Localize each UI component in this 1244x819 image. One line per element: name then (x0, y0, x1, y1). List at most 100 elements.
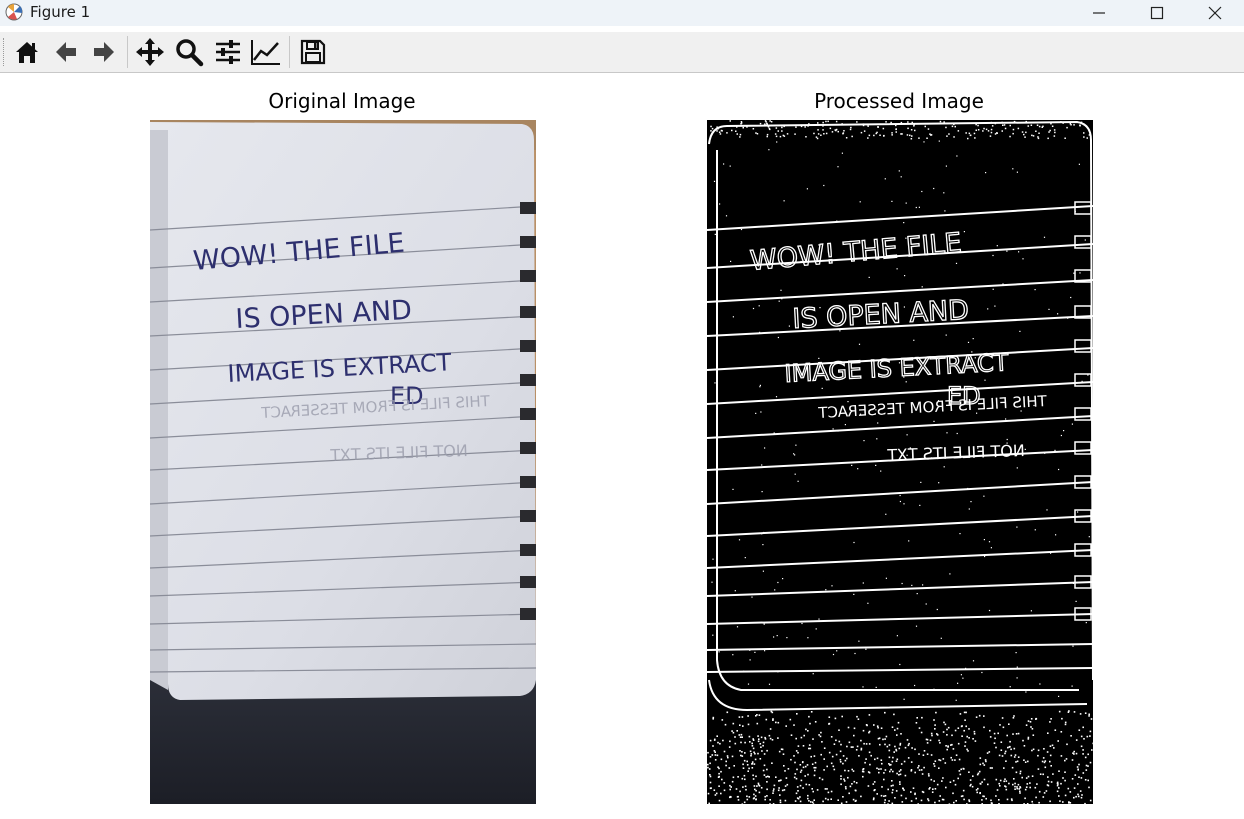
noise-speck (945, 786, 947, 789)
noise-speck (744, 741, 746, 744)
noise-speck (767, 775, 769, 778)
noise-speck (744, 778, 746, 781)
noise-speck (739, 724, 741, 726)
noise-speck (777, 671, 779, 673)
noise-speck (895, 790, 898, 792)
noise-speck (723, 163, 725, 165)
noise-speck (965, 711, 967, 714)
noise-speck (899, 494, 901, 497)
noise-speck (950, 756, 952, 759)
noise-speck (1008, 782, 1010, 785)
noise-speck (966, 735, 968, 738)
noise-speck (915, 625, 918, 627)
noise-speck (930, 732, 933, 735)
noise-speck (1016, 526, 1018, 528)
noise-speck (868, 731, 870, 734)
noise-speck (761, 750, 763, 752)
noise-speck (955, 262, 958, 264)
noise-speck (974, 357, 976, 359)
noise-speck (847, 726, 850, 729)
border-speck (1012, 132, 1014, 135)
noise-speck (920, 799, 923, 802)
processed-image[interactable]: WOW! THE FILE IS OPEN AND IMAGE IS EXTRA… (707, 120, 1093, 804)
noise-speck (722, 739, 724, 742)
noise-speck (769, 799, 771, 801)
noise-speck (1072, 582, 1074, 584)
forward-button[interactable] (87, 36, 121, 68)
noise-speck (952, 792, 954, 795)
noise-speck (917, 766, 919, 769)
noise-speck (1012, 733, 1014, 735)
pan-button[interactable] (133, 36, 167, 68)
noise-speck (931, 734, 933, 737)
noise-speck (771, 739, 774, 741)
close-button[interactable] (1186, 0, 1244, 26)
noise-speck (914, 748, 916, 751)
noise-speck (807, 797, 809, 800)
noise-speck (990, 802, 993, 804)
noise-speck (889, 770, 891, 773)
border-speck (1086, 137, 1088, 139)
noise-speck (723, 750, 726, 753)
noise-speck (775, 721, 777, 724)
noise-speck (983, 764, 986, 766)
noise-speck (1044, 760, 1047, 762)
noise-speck (858, 755, 860, 757)
border-speck (769, 128, 771, 131)
noise-speck (1057, 740, 1059, 742)
noise-speck (833, 322, 836, 324)
noise-speck (757, 735, 759, 737)
home-button[interactable] (10, 36, 44, 68)
noise-speck (853, 541, 855, 544)
noise-speck (875, 409, 877, 411)
back-button[interactable] (49, 36, 83, 68)
noise-speck (902, 787, 904, 790)
noise-speck (793, 755, 795, 757)
noise-speck (859, 413, 862, 415)
border-speck (1048, 131, 1050, 133)
noise-speck (740, 754, 742, 757)
noise-speck (735, 788, 738, 790)
noise-speck (721, 676, 723, 678)
original-image[interactable]: WOW! THE FILE IS OPEN AND IMAGE IS EXTRA… (150, 120, 536, 804)
noise-speck (956, 155, 958, 157)
noise-speck (746, 760, 748, 763)
noise-speck (813, 755, 816, 757)
noise-speck (986, 752, 989, 754)
noise-speck (901, 582, 903, 585)
border-speck (736, 133, 738, 135)
edit-axes-button[interactable] (249, 36, 283, 68)
noise-speck (839, 750, 842, 753)
noise-speck (857, 718, 860, 720)
noise-speck (934, 728, 936, 730)
save-button[interactable] (296, 36, 330, 68)
noise-speck (1063, 430, 1065, 432)
border-speck (1079, 125, 1081, 127)
minimize-button[interactable] (1070, 0, 1128, 26)
noise-speck (747, 770, 749, 772)
noise-speck (1084, 779, 1087, 781)
configure-subplots-button[interactable] (211, 36, 245, 68)
noise-speck (1046, 509, 1048, 511)
noise-speck (946, 728, 948, 731)
noise-speck (1087, 779, 1089, 782)
noise-speck (971, 785, 974, 788)
noise-speck (853, 780, 856, 783)
border-speck (891, 132, 893, 134)
noise-speck (920, 769, 923, 771)
maximize-button[interactable] (1128, 0, 1186, 26)
noise-speck (1041, 760, 1044, 763)
noise-speck (821, 387, 823, 389)
toolbar-grip[interactable] (3, 38, 6, 66)
noise-speck (959, 773, 962, 776)
noise-speck (852, 746, 854, 748)
noise-speck (823, 184, 825, 187)
noise-speck (884, 799, 886, 801)
noise-speck (749, 649, 751, 651)
noise-speck (1078, 763, 1080, 766)
noise-speck (1064, 721, 1067, 724)
border-speck (835, 120, 838, 123)
zoom-button[interactable] (172, 36, 206, 68)
noise-speck (876, 438, 878, 440)
noise-speck (1016, 171, 1018, 173)
